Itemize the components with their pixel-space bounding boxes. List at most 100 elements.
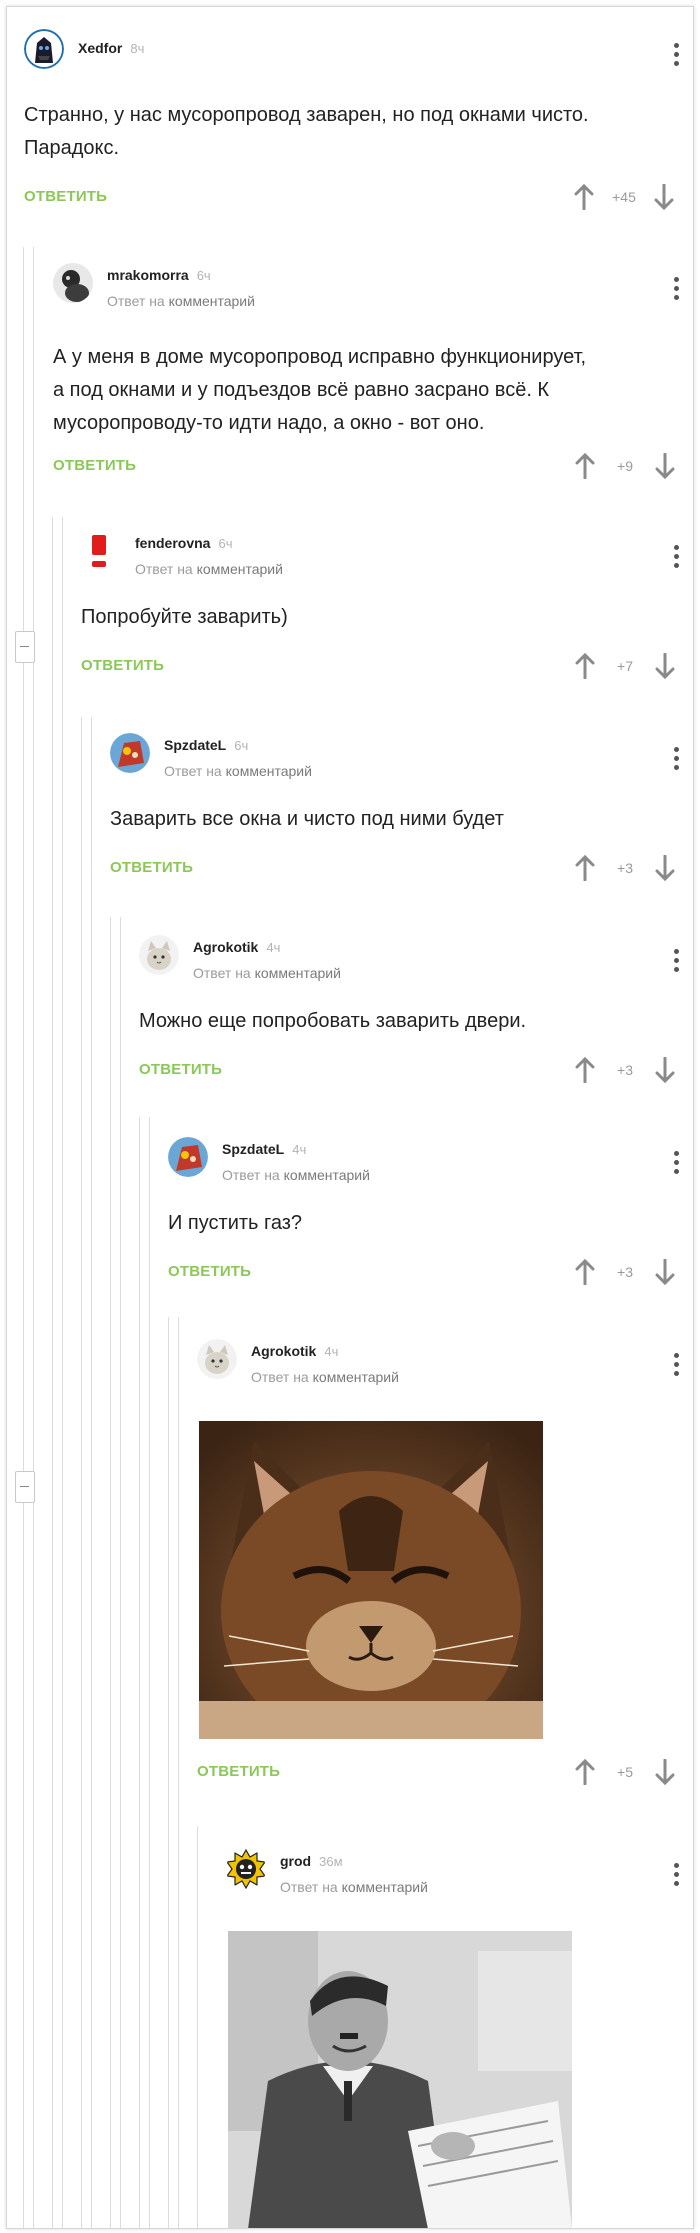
avatar[interactable] [197,1339,237,1379]
thread-line [178,1317,179,2228]
comment-time: 4ч [266,940,281,955]
thread-line [139,1117,140,2228]
comment-text: А у меня в доме мусоропровод исправно фу… [53,341,586,440]
comment-header: grod 36м Ответ на комментарий [226,1849,683,1895]
upvote-icon[interactable] [575,1759,595,1785]
comment-actions: ОТВЕТИТЬ +5 [197,1759,683,1789]
comment-time: 6ч [218,536,233,551]
cat-photo[interactable] [199,1421,543,1739]
upvote-icon[interactable] [575,1259,595,1285]
comment: Xedfor 8ч Странно, у нас мусоропровод зав… [24,29,684,219]
avatar[interactable] [24,29,64,69]
comment-header: mrakomorra 6ч Ответ на комментарий [53,263,683,309]
reply-to-link[interactable]: комментарий [284,1167,370,1183]
comment-text-line: А у меня в доме мусоропровод исправно фу… [53,346,587,368]
laughing-man-photo[interactable] [228,1931,572,2228]
reply-button[interactable]: ОТВЕТИТЬ [81,657,164,674]
username[interactable]: SpzdateL 6ч [164,737,248,753]
vote-count: +3 [617,1062,633,1078]
comment-actions: ОТВЕТИТЬ +3 [110,855,683,885]
upvote-icon[interactable] [575,1057,595,1083]
upvote-icon[interactable] [575,855,595,881]
more-options-icon[interactable] [674,545,680,569]
reply-to-label: Ответ на комментарий [135,561,283,577]
more-options-icon[interactable] [674,43,680,67]
comment-time: 4ч [292,1142,307,1157]
username[interactable]: Xedfor 8ч [78,40,144,56]
collapse-thread-button[interactable] [15,631,35,663]
comment: Agrokotik 4ч Ответ на комментарий Можно е… [139,935,683,1105]
comment-time: 36м [319,1854,343,1869]
comment-text: Заварить все окна и чисто под ними будет [110,803,504,836]
comment-thread: Xedfor 8ч Странно, у нас мусоропровод зав… [6,6,694,2229]
more-options-icon[interactable] [674,747,680,771]
comment-text: Попробуйте заварить) [81,601,288,634]
more-options-icon[interactable] [674,1151,680,1175]
avatar[interactable] [110,733,150,773]
comment-header: Agrokotik 4ч Ответ на комментарий [197,1339,683,1385]
reply-to-link[interactable]: комментарий [342,1879,428,1895]
more-options-icon[interactable] [674,1353,680,1377]
upvote-icon[interactable] [575,653,595,679]
comment: grod 36м Ответ на комментарий [226,1849,683,2228]
comment-time: 8ч [130,41,145,56]
more-options-icon[interactable] [674,949,680,973]
thread-line [197,1827,198,2228]
vote-control: +3 [575,1259,683,1289]
avatar[interactable] [226,1849,266,1889]
reply-button[interactable]: ОТВЕТИТЬ [197,1763,280,1780]
comment-actions: ОТВЕТИТЬ +45 [24,184,684,214]
avatar[interactable] [168,1137,208,1177]
downvote-icon[interactable] [655,1057,675,1083]
reply-to-link[interactable]: комментарий [313,1369,399,1385]
avatar[interactable] [139,935,179,975]
username[interactable]: fenderovna 6ч [135,535,232,551]
username[interactable]: Agrokotik 4ч [193,939,280,955]
avatar[interactable] [53,263,93,303]
collapse-thread-button[interactable] [15,1471,35,1503]
thread-line [120,917,121,2228]
vote-control: +9 [575,453,683,483]
downvote-icon[interactable] [655,1259,675,1285]
downvote-icon[interactable] [654,184,674,210]
comment-header: Agrokotik 4ч Ответ на комментарий [139,935,683,981]
reply-to-link[interactable]: комментарий [226,763,312,779]
comment-text-line: Можно еще попробовать заварить двери. [139,1010,527,1032]
comment-time: 4ч [324,1344,339,1359]
reply-button[interactable]: ОТВЕТИТЬ [139,1061,222,1078]
upvote-icon[interactable] [574,184,594,210]
downvote-icon[interactable] [655,855,675,881]
comment-text: Можно еще попробовать заварить двери. [139,1005,526,1038]
more-options-icon[interactable] [674,1863,680,1887]
comment-time: 6ч [234,738,249,753]
downvote-icon[interactable] [655,653,675,679]
more-options-icon[interactable] [674,277,680,301]
thread-line [81,717,82,2228]
upvote-icon[interactable] [575,453,595,479]
vote-count: +9 [617,458,633,474]
downvote-icon[interactable] [655,1759,675,1785]
reply-to-label: Ответ на комментарий [280,1879,428,1895]
comment-header: Xedfor 8ч [24,29,684,73]
comment-text-line: мусоропроводу-то идти надо, а окно - вот… [53,412,485,434]
reply-button[interactable]: ОТВЕТИТЬ [168,1263,251,1280]
username[interactable]: grod 36м [280,1853,343,1869]
thread-line [91,717,92,2228]
username[interactable]: Agrokotik 4ч [251,1343,338,1359]
reply-to-link[interactable]: комментарий [255,965,341,981]
comment-time: 6ч [196,268,211,283]
downvote-icon[interactable] [655,453,675,479]
username[interactable]: mrakomorra 6ч [107,267,211,283]
vote-control: +45 [574,184,684,214]
reply-to-link[interactable]: комментарий [169,293,255,309]
reply-to-link[interactable]: комментарий [197,561,283,577]
reply-button[interactable]: ОТВЕТИТЬ [110,859,193,876]
reply-button[interactable]: ОТВЕТИТЬ [53,457,136,474]
comment: mrakomorra 6ч Ответ на комментарий А у ме… [53,263,683,493]
username[interactable]: SpzdateL 4ч [222,1141,306,1157]
comment-text-line: Попробуйте заварить) [81,606,288,628]
avatar[interactable] [81,531,121,571]
thread-line [33,247,34,2228]
comment-text: И пустить газ? [168,1207,302,1240]
reply-button[interactable]: ОТВЕТИТЬ [24,188,107,205]
